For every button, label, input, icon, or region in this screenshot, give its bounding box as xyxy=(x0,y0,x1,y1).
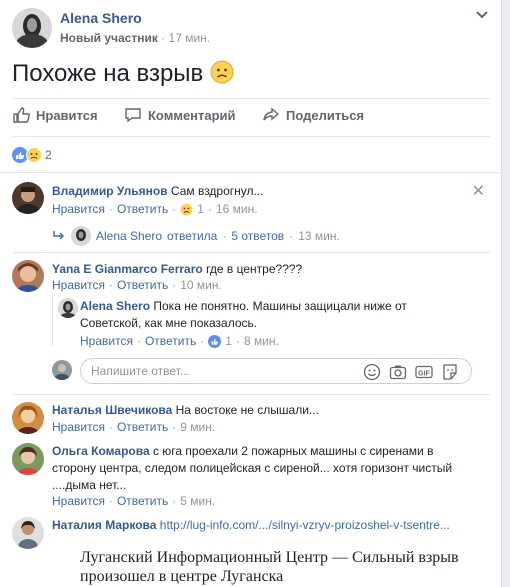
reply-like-link[interactable]: Нравится xyxy=(80,334,133,348)
reply-text: Пока не понятно. Машины защицали ниже от xyxy=(153,299,407,313)
like-button[interactable]: Нравится xyxy=(12,106,98,124)
post-meta: Новый участник · 17 мин. xyxy=(60,31,211,45)
share-icon xyxy=(263,107,280,121)
divider xyxy=(0,172,501,173)
close-icon[interactable]: ✕ xyxy=(472,181,485,201)
comment-text: с юга проехали 2 пожарных машины с сирен… xyxy=(152,444,434,458)
comment-text: Сам вздрогнул... xyxy=(170,184,264,198)
comment-body: Наталья Швечикова На востоке не слышали.… xyxy=(52,402,319,419)
commenter-avatar[interactable] xyxy=(12,402,44,434)
reply-text-line: Советской, как мне показалось. xyxy=(80,316,258,330)
comment-body: Наталия Маркова http://lug-info.com/.../… xyxy=(52,517,450,534)
divider xyxy=(12,252,490,253)
current-user-avatar xyxy=(52,360,72,380)
comment-like-link[interactable]: Нравится xyxy=(52,278,105,292)
thumbs-up-icon xyxy=(13,107,30,123)
comment-text: где в центре???? xyxy=(206,262,303,276)
reply-avatar xyxy=(71,226,91,246)
comment-time[interactable]: 16 мин. xyxy=(216,202,258,216)
chevron-down-icon[interactable] xyxy=(475,8,489,25)
commenter-avatar[interactable] xyxy=(12,182,44,214)
comment-text-line: ....дыма нет... xyxy=(52,478,127,492)
post-card: Alena Shero Новый участник · 17 мин. Пох… xyxy=(0,0,502,587)
comment-author[interactable]: Наталья Швечикова xyxy=(52,403,172,417)
reply-reply-link[interactable]: Ответить xyxy=(145,334,196,348)
view-replies-link[interactable]: Alena Shero ответила · 5 ответов · 13 мин. xyxy=(52,226,340,246)
thread-line xyxy=(52,296,53,346)
divider xyxy=(12,394,490,395)
comment-actions: Нравится · Ответить · 5 мин. xyxy=(52,494,216,508)
comment-author[interactable]: Yana E Gianmarco Ferraro xyxy=(52,262,203,276)
reactions-summary[interactable]: 2 xyxy=(12,147,52,163)
comment-author[interactable]: Наталия Маркова xyxy=(52,518,156,532)
author-avatar[interactable] xyxy=(12,8,52,48)
share-button[interactable]: Поделиться xyxy=(262,106,364,124)
reply-input[interactable] xyxy=(91,364,351,378)
emoji-icon[interactable] xyxy=(363,363,381,381)
post-time[interactable]: 17 мин. xyxy=(169,31,211,45)
comment-time[interactable]: 9 мин. xyxy=(180,420,215,434)
comment-like-link[interactable]: Нравится xyxy=(52,420,105,434)
link-preview-title[interactable]: Луганский Информационный Центр — Сильный… xyxy=(80,548,460,586)
post-text: Похоже на взрыв xyxy=(12,60,234,91)
commenter-avatar[interactable] xyxy=(12,443,44,475)
gif-icon[interactable]: GIF xyxy=(415,363,433,381)
post-author[interactable]: Alena Shero xyxy=(60,10,142,26)
comment-icon xyxy=(125,108,141,123)
member-badge[interactable]: Новый участник xyxy=(60,31,158,45)
comment-actions: Нравится · Ответить · 10 мин. xyxy=(52,278,222,292)
reply-avatar[interactable] xyxy=(58,298,78,318)
commenter-avatar[interactable] xyxy=(12,260,44,292)
divider xyxy=(12,136,490,137)
comment-text: На востоке не слышали... xyxy=(175,403,319,417)
sticker-icon[interactable] xyxy=(441,363,459,381)
reply-time[interactable]: 8 мин. xyxy=(244,334,279,348)
comment-actions: Нравится · Ответить · 1 · 16 мин. xyxy=(52,202,258,216)
sad-reaction-icon xyxy=(26,147,42,163)
comment-body: Ольга Комарова с юга проехали 2 пожарных… xyxy=(52,443,452,494)
comment-reply-link[interactable]: Ответить xyxy=(117,278,168,292)
reply-reaction-count[interactable]: 1 xyxy=(225,334,232,348)
comment-time[interactable]: 10 мин. xyxy=(180,278,222,292)
reactions-count: 2 xyxy=(45,148,52,162)
sad-emoji-icon xyxy=(210,60,234,91)
commenter-avatar[interactable] xyxy=(12,517,44,549)
comment-author[interactable]: Владимир Ульянов xyxy=(52,184,168,198)
sad-reaction-icon xyxy=(180,203,193,215)
comment-like-link[interactable]: Нравится xyxy=(52,494,105,508)
comment-author[interactable]: Ольга Комарова xyxy=(52,444,150,458)
like-reaction-icon xyxy=(208,334,222,348)
comment-actions: Нравится · Ответить · 9 мин. xyxy=(52,420,216,434)
reply-body: Alena Shero Пока не понятно. Машины защи… xyxy=(80,298,407,332)
svg-text:GIF: GIF xyxy=(418,371,430,378)
comment-reply-link[interactable]: Ответить xyxy=(117,420,168,434)
comment-time[interactable]: 5 мин. xyxy=(180,494,215,508)
comment-link[interactable]: http://lug-info.com/.../silnyi-vzryv-pro… xyxy=(160,518,450,532)
comment-reply-link[interactable]: Ответить xyxy=(117,494,168,508)
reply-arrow-icon xyxy=(53,231,64,240)
comment-body: Yana E Gianmarco Ferraro где в центре???… xyxy=(52,261,302,278)
divider xyxy=(12,98,490,99)
comment-text-line: сторону центра, следом полицейская с сир… xyxy=(52,461,453,475)
comment-body: Владимир Ульянов Сам вздрогнул... xyxy=(52,183,264,200)
comment-button[interactable]: Комментарий xyxy=(124,106,236,124)
comment-reply-link[interactable]: Ответить xyxy=(117,202,168,216)
camera-icon[interactable] xyxy=(389,363,407,381)
reply-actions: Нравится · Ответить · 1 · 8 мин. xyxy=(80,334,279,348)
reply-author[interactable]: Alena Shero xyxy=(80,299,150,313)
reply-input-box[interactable]: GIF xyxy=(80,358,472,384)
comment-like-link[interactable]: Нравится xyxy=(52,202,105,216)
comment-reaction-count[interactable]: 1 xyxy=(197,202,204,216)
